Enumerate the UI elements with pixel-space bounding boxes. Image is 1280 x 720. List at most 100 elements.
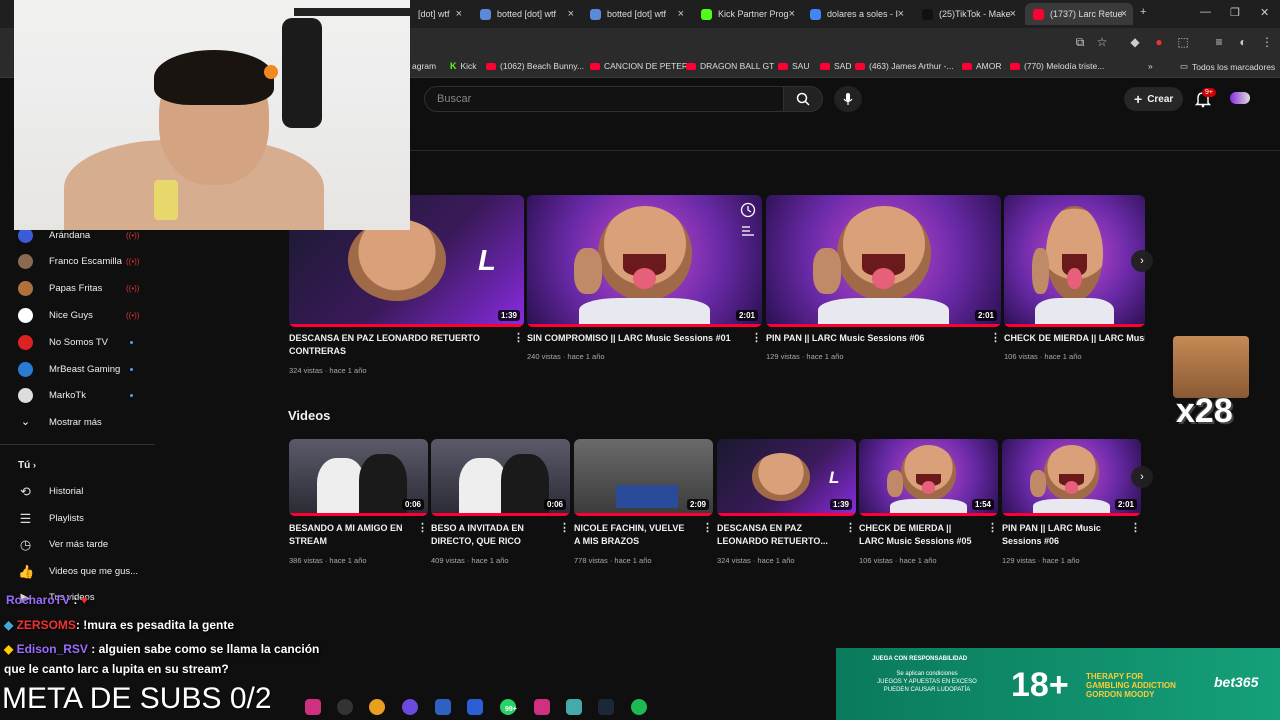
- search-button[interactable]: [783, 86, 823, 112]
- extensions-icon[interactable]: ⬚: [1176, 35, 1190, 49]
- browser-tab[interactable]: [dot] wtf ×: [410, 3, 468, 25]
- tab-close-icon[interactable]: ×: [568, 8, 574, 20]
- video-title[interactable]: DESCANSA EN PAZ LEONARDO RETUERTO CONTRE…: [289, 332, 494, 358]
- media-control-icon[interactable]: ≡: [1212, 35, 1226, 49]
- video-title[interactable]: BESO A INVITADA EN DIRECTO, QUE RICO: [431, 522, 549, 548]
- browser-tab[interactable]: dolares a soles - I ×: [802, 3, 910, 25]
- more-options-icon[interactable]: ⋮: [1130, 521, 1141, 534]
- video-thumbnail[interactable]: 1:54: [859, 439, 998, 516]
- minimize-button[interactable]: —: [1200, 6, 1211, 18]
- tab-close-icon[interactable]: ×: [1121, 8, 1127, 20]
- sidebar-subscription-item[interactable]: Franco Escamilla ((•)): [0, 250, 150, 274]
- browser-tab[interactable]: botted [dot] wtf ×: [582, 3, 690, 25]
- app4-taskbar-icon[interactable]: [566, 699, 582, 715]
- tab-close-icon[interactable]: ×: [789, 8, 795, 20]
- watch-later-icon[interactable]: [740, 202, 756, 218]
- app3-taskbar-icon[interactable]: [534, 699, 550, 715]
- videos-section-title[interactable]: Videos: [288, 408, 330, 423]
- chrome-taskbar-icon[interactable]: [369, 699, 385, 715]
- sidebar-subscription-item[interactable]: No Somos TV: [0, 330, 150, 354]
- video-thumbnail[interactable]: 2:01: [1002, 439, 1141, 516]
- word-taskbar-icon[interactable]: [467, 699, 483, 715]
- video-title[interactable]: CHECK DE MIERDA || LARC Music: [1004, 332, 1145, 345]
- bookmark-item[interactable]: agram: [412, 61, 436, 71]
- video-title[interactable]: DESCANSA EN PAZ LEONARDO RETUERTO...: [717, 522, 835, 548]
- bookmark-item[interactable]: SAD: [820, 61, 851, 71]
- video-thumbnail[interactable]: 0:06: [431, 439, 570, 516]
- bookmark-item[interactable]: DRAGON BALL GT: [686, 61, 774, 71]
- bookmarks-overflow-button[interactable]: »: [1148, 61, 1153, 71]
- bookmark-item[interactable]: SAU: [778, 61, 809, 71]
- more-options-icon[interactable]: ⋮: [987, 521, 998, 534]
- video-title[interactable]: PIN PAN || LARC Music Sessions #06: [766, 332, 971, 345]
- bookmark-item[interactable]: CANCION DE PETER: [590, 61, 688, 71]
- video-thumbnail[interactable]: 2:09: [574, 439, 713, 516]
- add-to-queue-icon[interactable]: [740, 224, 756, 238]
- video-thumbnail[interactable]: L 1:39: [717, 439, 856, 516]
- tab-close-icon[interactable]: ×: [898, 8, 904, 20]
- tab-favicon-icon: [701, 8, 712, 20]
- bookmark-item[interactable]: AMOR: [962, 61, 1002, 71]
- sidebar-library-item[interactable]: ☰ Playlists: [0, 507, 150, 531]
- create-button[interactable]: + Crear: [1124, 87, 1184, 111]
- more-options-icon[interactable]: ⋮: [702, 521, 713, 534]
- extension-red-icon[interactable]: ●: [1152, 35, 1166, 49]
- video-title[interactable]: PIN PAN || LARC Music Sessions #06: [1002, 522, 1120, 548]
- shelf-next-button[interactable]: ›: [1131, 250, 1153, 272]
- sidebar-subscription-item[interactable]: MarkoTk: [0, 384, 150, 408]
- browser-tab[interactable]: botted [dot] wtf ×: [472, 3, 580, 25]
- install-icon[interactable]: ⧉: [1073, 35, 1087, 49]
- sidebar-library-item[interactable]: ⟲ Historial: [0, 480, 150, 504]
- sidebar-subscription-item[interactable]: MrBeast Gaming: [0, 357, 150, 381]
- account-avatar[interactable]: [1230, 92, 1250, 104]
- video-title[interactable]: SIN COMPROMISO || LARC Music Sessions #0…: [527, 332, 732, 345]
- voice-search-button[interactable]: [834, 86, 862, 112]
- bookmark-item[interactable]: (1062) Beach Bunny...: [486, 61, 584, 71]
- video-thumbnail[interactable]: [1004, 195, 1145, 327]
- obs-taskbar-icon[interactable]: [337, 699, 353, 715]
- sidebar-library-item[interactable]: 👍 Videos que me gus...: [0, 560, 150, 584]
- bookmark-star-icon[interactable]: ☆: [1095, 35, 1109, 49]
- app-taskbar-icon[interactable]: [305, 699, 321, 715]
- tab-close-icon[interactable]: ×: [678, 8, 684, 20]
- more-options-icon[interactable]: ⋮: [417, 521, 428, 534]
- video-thumbnail[interactable]: 2:01: [527, 195, 762, 327]
- browser-tab[interactable]: Kick Partner Prog ×: [693, 3, 801, 25]
- profile-icon[interactable]: ◐: [1236, 35, 1250, 49]
- steam-taskbar-icon[interactable]: [598, 699, 614, 715]
- video-title[interactable]: CHECK DE MIERDA || LARC Music Sessions #…: [859, 522, 977, 548]
- maximize-button[interactable]: ❐: [1230, 6, 1240, 19]
- video-title[interactable]: BESANDO A MI AMIGO EN STREAM: [289, 522, 407, 548]
- more-options-icon[interactable]: ⋮: [751, 331, 762, 344]
- sidebar-subscription-item[interactable]: Papas Fritas ((•)): [0, 277, 150, 301]
- video-title[interactable]: NICOLE FACHIN, VUELVE A MIS BRAZOS: [574, 522, 692, 548]
- bookmark-item[interactable]: K Kick: [450, 61, 477, 71]
- new-tab-button[interactable]: +: [1140, 6, 1146, 18]
- browser-tab[interactable]: (1737) Larc Retue ×: [1025, 3, 1133, 25]
- close-window-button[interactable]: ✕: [1260, 6, 1269, 19]
- videos-next-button[interactable]: ›: [1131, 466, 1153, 488]
- search-input[interactable]: Buscar: [424, 86, 784, 112]
- ad-therapy-text: THERAPY FOR GAMBLING ADDICTION GORDON MO…: [1086, 672, 1176, 699]
- sidebar-subscription-item[interactable]: Nice Guys ((•)): [0, 303, 150, 327]
- extension-diamond-icon[interactable]: ◆: [1128, 35, 1142, 49]
- app2-taskbar-icon[interactable]: [402, 699, 418, 715]
- all-bookmarks-button[interactable]: ▭ Todos los marcadores: [1180, 61, 1275, 72]
- video-thumbnail[interactable]: 2:01: [766, 195, 1001, 327]
- more-options-icon[interactable]: ⋮: [513, 331, 524, 344]
- you-section-header[interactable]: Tú ›: [18, 460, 36, 471]
- calculator-taskbar-icon[interactable]: [435, 699, 451, 715]
- browser-tab[interactable]: (25)TikTok - Make ×: [914, 3, 1022, 25]
- tab-close-icon[interactable]: ×: [456, 8, 462, 20]
- sidebar-library-item[interactable]: ◷ Ver más tarde: [0, 533, 150, 557]
- spotify-taskbar-icon[interactable]: [631, 699, 647, 715]
- more-options-icon[interactable]: ⋮: [845, 521, 856, 534]
- video-thumbnail[interactable]: 0:06: [289, 439, 428, 516]
- browser-menu-icon[interactable]: ⋮: [1260, 35, 1274, 49]
- bookmark-item[interactable]: (770) Melodía triste...: [1010, 61, 1104, 71]
- tab-close-icon[interactable]: ×: [1010, 8, 1016, 20]
- more-options-icon[interactable]: ⋮: [990, 331, 1001, 344]
- show-more-button[interactable]: ⌄ Mostrar más: [0, 410, 150, 434]
- bookmark-item[interactable]: (463) James Arthur -...: [855, 61, 954, 71]
- more-options-icon[interactable]: ⋮: [559, 521, 570, 534]
